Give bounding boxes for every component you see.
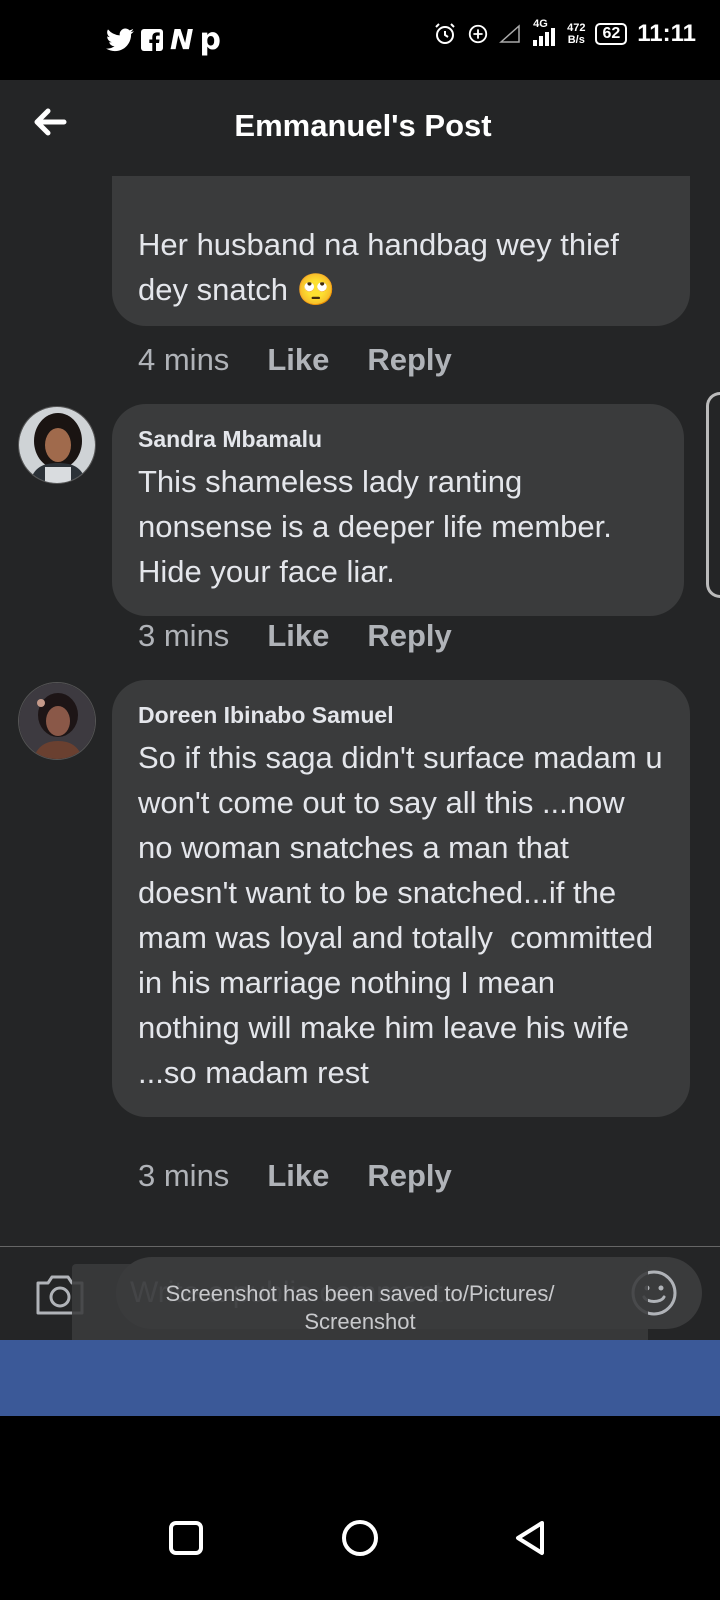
p-app-icon: p bbox=[199, 22, 221, 57]
facebook-icon bbox=[141, 28, 163, 52]
bottom-blue-band bbox=[0, 1340, 720, 1416]
like-button[interactable]: Like bbox=[267, 342, 329, 378]
avatar[interactable] bbox=[18, 406, 96, 484]
status-indicators: 4G 472 B/s 62 11:11 bbox=[433, 18, 696, 48]
reply-button[interactable]: Reply bbox=[367, 1158, 451, 1194]
home-icon[interactable] bbox=[338, 1516, 382, 1560]
notification-icons: N p bbox=[106, 22, 221, 57]
comment-time: 3 mins bbox=[138, 618, 230, 653]
like-button[interactable]: Like bbox=[267, 1158, 329, 1194]
comments-list[interactable]: Her husband na handbag wey thief dey sna… bbox=[0, 176, 720, 1246]
comment-text: Her husband na handbag wey thief dey sna… bbox=[138, 227, 628, 307]
recent-apps-icon[interactable] bbox=[164, 1516, 208, 1560]
comment-actions: 3 mins Like Reply bbox=[138, 618, 452, 654]
news-icon: N bbox=[170, 23, 194, 56]
back-icon[interactable] bbox=[508, 1516, 552, 1560]
comment-time: 4 mins bbox=[138, 342, 230, 377]
comment-time: 3 mins bbox=[138, 1158, 230, 1193]
avatar[interactable] bbox=[18, 682, 96, 760]
toast-line-1: Screenshot has been saved to/Pictures/ bbox=[165, 1281, 555, 1306]
post-header: Emmanuel's Post bbox=[0, 80, 720, 176]
scrollbar-thumb[interactable] bbox=[706, 392, 720, 598]
comment-actions: 4 mins Like Reply bbox=[138, 342, 452, 378]
like-button[interactable]: Like bbox=[267, 618, 329, 654]
comment-bubble[interactable]: Doreen Ibinabo Samuel So if this saga di… bbox=[112, 680, 690, 1117]
system-navigation-bar bbox=[0, 1416, 720, 1600]
comment-author[interactable]: Sandra Mbamalu bbox=[138, 426, 658, 453]
net-speed: 472 B/s bbox=[567, 22, 585, 46]
battery-icon: 62 bbox=[595, 23, 628, 45]
alarm-icon bbox=[435, 23, 455, 44]
toast-line-2: Screenshot bbox=[304, 1309, 416, 1334]
signal-4g-icon: 4G bbox=[531, 18, 557, 46]
status-bar: N p 4G 472 B/s 62 11:11 bbox=[0, 0, 720, 80]
comment-bubble[interactable]: Her husband na handbag wey thief dey sna… bbox=[112, 176, 690, 326]
battery-level: 62 bbox=[602, 25, 621, 42]
comment-text: This shameless lady ranting nonsense is … bbox=[138, 464, 621, 589]
reply-button[interactable]: Reply bbox=[367, 618, 451, 654]
comment-bubble[interactable]: Sandra Mbamalu This shameless lady ranti… bbox=[112, 404, 684, 616]
reply-button[interactable]: Reply bbox=[367, 342, 451, 378]
comment-actions: 3 mins Like Reply bbox=[138, 1158, 452, 1194]
net-speed-unit: B/s bbox=[567, 34, 585, 46]
signal-empty-icon bbox=[499, 24, 520, 43]
clock: 11:11 bbox=[637, 20, 696, 47]
comment-text: So if this saga didn't surface madam u w… bbox=[138, 740, 672, 1090]
comment-author[interactable]: Doreen Ibinabo Samuel bbox=[138, 702, 664, 729]
net-speed-value: 472 bbox=[567, 22, 586, 34]
twitter-icon bbox=[106, 27, 134, 51]
page-title: Emmanuel's Post bbox=[234, 108, 492, 143]
data-saver-icon bbox=[468, 24, 488, 44]
